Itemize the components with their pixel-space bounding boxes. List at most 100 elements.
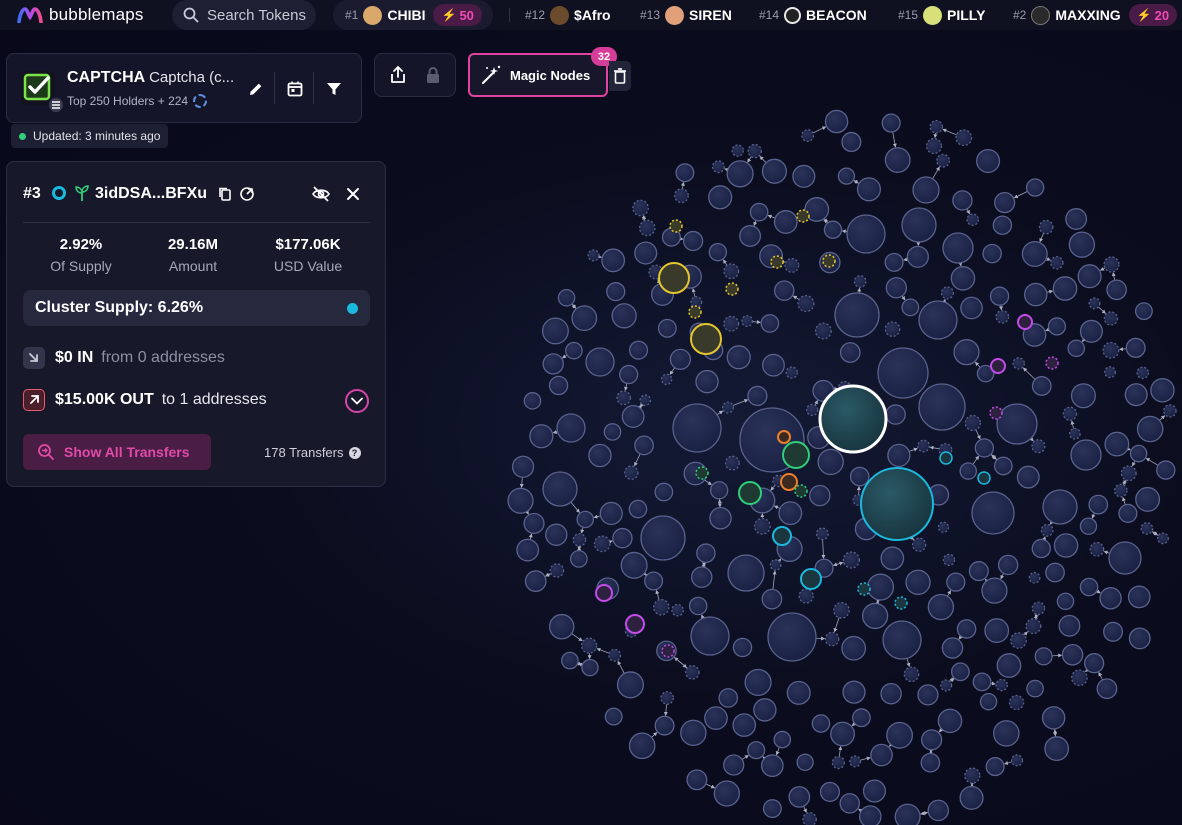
yellow-bubble[interactable] — [822, 254, 836, 268]
holder-bubble[interactable] — [861, 602, 889, 630]
holder-bubble[interactable] — [811, 714, 831, 733]
holder-bubble[interactable] — [841, 131, 862, 153]
holder-bubble[interactable] — [744, 668, 772, 696]
holder-bubble[interactable] — [671, 603, 684, 617]
holder-bubble[interactable] — [680, 719, 707, 747]
holder-bubble[interactable] — [976, 148, 1001, 174]
holder-bubble[interactable] — [901, 298, 920, 317]
expand-outflow-button[interactable] — [345, 389, 369, 413]
holder-bubble[interactable] — [695, 369, 719, 394]
holder-bubble[interactable] — [1053, 533, 1079, 558]
holder-bubble[interactable] — [925, 137, 943, 155]
holder-bubble[interactable] — [767, 612, 817, 662]
holder-bubble[interactable] — [1077, 264, 1102, 289]
holder-bubble[interactable] — [723, 315, 740, 332]
holder-bubble[interactable] — [984, 618, 1010, 644]
holder-bubble[interactable] — [912, 176, 940, 204]
holder-bubble[interactable] — [880, 546, 905, 571]
holder-bubble[interactable] — [747, 143, 762, 159]
holder-bubble[interactable] — [708, 185, 733, 210]
holder-bubble[interactable] — [732, 637, 753, 658]
holder-bubble[interactable] — [884, 147, 911, 173]
holder-bubble[interactable] — [644, 571, 664, 591]
holder-bubble[interactable] — [1136, 415, 1164, 443]
holder-bubble[interactable] — [989, 286, 1010, 306]
holder-bubble[interactable] — [1088, 494, 1109, 515]
holder-bubble[interactable] — [624, 465, 639, 481]
holder-bubble[interactable] — [964, 767, 981, 784]
lock-button[interactable] — [423, 65, 443, 90]
filter-button[interactable] — [323, 78, 345, 100]
yellow-bubble[interactable] — [796, 209, 810, 223]
holder-bubble[interactable] — [718, 688, 739, 708]
cyan-bubble[interactable] — [939, 451, 953, 465]
holder-bubble[interactable] — [885, 404, 906, 425]
holder-bubble[interactable] — [545, 523, 568, 546]
holder-bubble[interactable] — [784, 257, 800, 273]
holder-bubble[interactable] — [993, 720, 1020, 747]
holder-bubble[interactable] — [877, 347, 929, 399]
cyan-bubble[interactable] — [977, 471, 991, 485]
holder-bubble[interactable] — [937, 708, 963, 734]
holder-bubble[interactable] — [773, 280, 795, 301]
holder-bubble[interactable] — [1026, 679, 1044, 698]
holder-bubble[interactable] — [964, 414, 981, 432]
holder-bubble[interactable] — [1031, 376, 1052, 396]
holder-bubble[interactable] — [726, 160, 754, 188]
holder-bubble[interactable] — [841, 635, 867, 661]
holder-bubble[interactable] — [968, 561, 989, 582]
orange-bubble[interactable] — [780, 473, 798, 491]
holder-bubble[interactable] — [786, 680, 811, 705]
holder-bubble[interactable] — [1010, 754, 1024, 767]
holder-bubble[interactable] — [981, 577, 1008, 604]
holder-bubble[interactable] — [974, 438, 995, 458]
holder-bubble[interactable] — [1067, 339, 1086, 358]
holder-bubble[interactable] — [788, 786, 811, 808]
holder-bubble[interactable] — [686, 769, 708, 791]
holder-bubble[interactable] — [723, 754, 745, 776]
holder-bubble[interactable] — [762, 799, 782, 819]
holder-bubble[interactable] — [708, 242, 728, 262]
holder-bubble[interactable] — [588, 443, 612, 468]
holder-bubble[interactable] — [696, 543, 716, 563]
holder-bubble[interactable] — [1140, 522, 1154, 535]
holder-bubble[interactable] — [1012, 357, 1025, 370]
holder-bubble[interactable] — [1023, 282, 1048, 307]
holder-bubble[interactable] — [616, 671, 644, 699]
holder-bubble[interactable] — [713, 780, 740, 807]
holder-bubble[interactable] — [824, 109, 849, 134]
holder-bubble[interactable] — [1031, 439, 1046, 454]
holder-bubble[interactable] — [761, 158, 788, 184]
magic-nodes-button[interactable]: Magic Nodes — [468, 53, 608, 97]
holder-bubble[interactable] — [616, 390, 632, 406]
holder-bubble[interactable] — [619, 364, 639, 385]
holder-bubble[interactable] — [1135, 486, 1161, 512]
cyan-bubble[interactable] — [800, 568, 822, 590]
holder-bubble[interactable] — [996, 403, 1038, 445]
holder-bubble[interactable] — [834, 292, 880, 338]
holder-bubble[interactable] — [937, 521, 950, 533]
holder-bubble[interactable] — [549, 563, 565, 578]
holder-bubble[interactable] — [842, 551, 861, 569]
holder-bubble[interactable] — [995, 309, 1010, 324]
holder-bubble[interactable] — [572, 533, 587, 547]
holder-bubble[interactable] — [721, 401, 734, 414]
holder-bubble[interactable] — [1127, 585, 1151, 609]
holder-bubble[interactable] — [576, 510, 595, 529]
holder-bubble[interactable] — [1041, 706, 1066, 730]
holder-bubble[interactable] — [593, 535, 611, 553]
holder-bubble[interactable] — [608, 648, 622, 662]
green-bubble[interactable] — [695, 466, 709, 480]
holder-bubble[interactable] — [1010, 632, 1027, 649]
holder-bubble[interactable] — [669, 348, 691, 370]
holder-bubble[interactable] — [1136, 366, 1150, 380]
holder-bubble[interactable] — [837, 167, 856, 185]
holder-bubble[interactable] — [953, 339, 980, 366]
holder-bubble[interactable] — [853, 275, 867, 288]
holder-bubble[interactable] — [1118, 503, 1138, 523]
holder-bubble[interactable] — [966, 213, 979, 226]
holder-bubble[interactable] — [994, 191, 1016, 214]
holder-bubble[interactable] — [971, 491, 1015, 535]
holder-bubble[interactable] — [760, 754, 784, 778]
holder-bubble[interactable] — [979, 693, 998, 711]
